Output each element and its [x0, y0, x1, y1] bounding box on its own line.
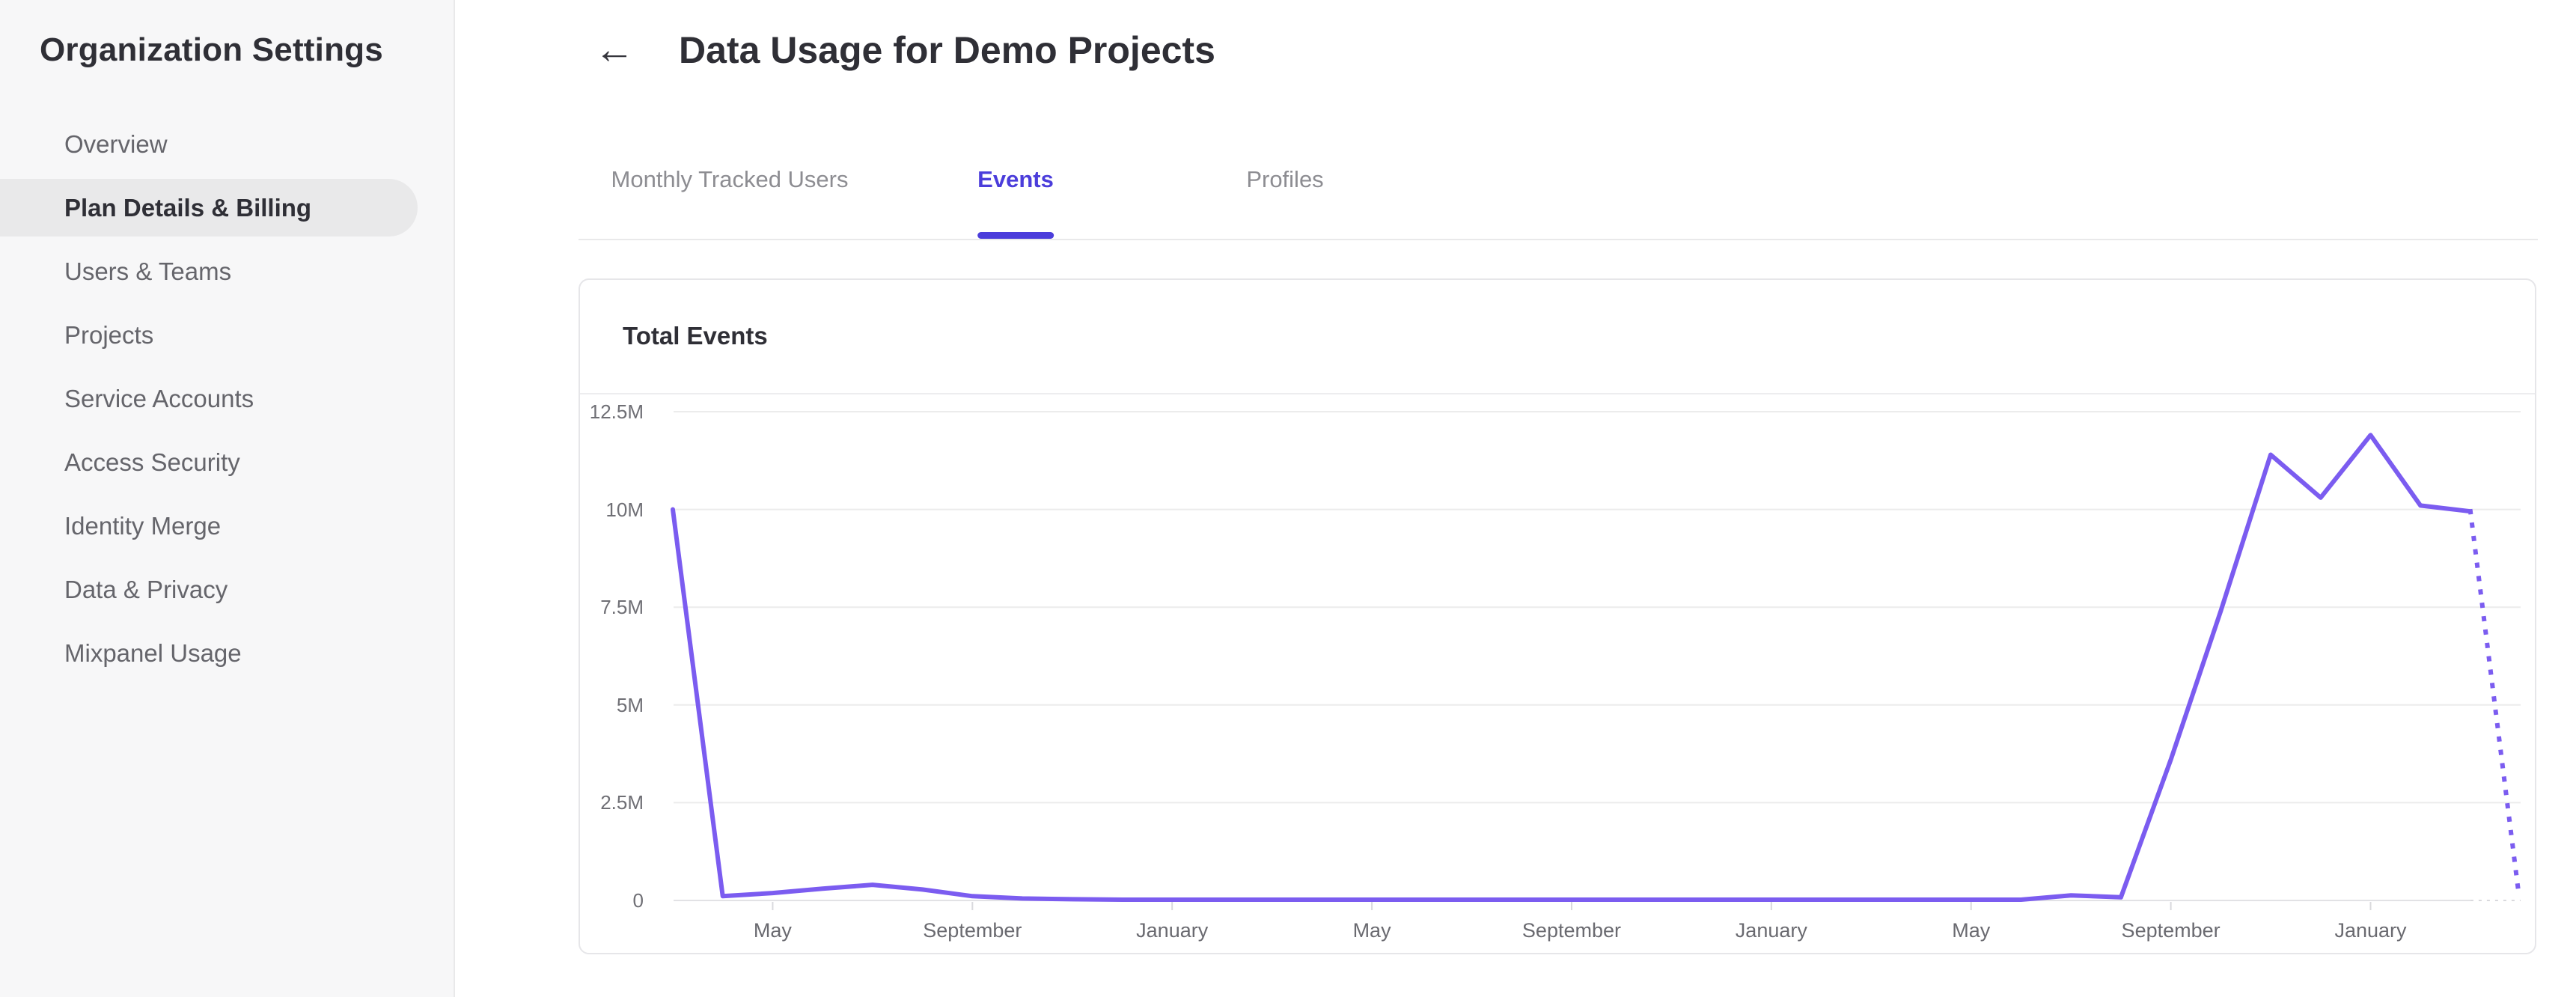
tab-monthly-tracked-users[interactable]: Monthly Tracked Users	[611, 166, 849, 202]
sidebar-item-plan-details-and-billing[interactable]: Plan Details & Billing	[0, 179, 418, 237]
x-axis-label: May	[753, 919, 792, 942]
back-arrow-icon[interactable]: ←	[588, 25, 641, 78]
sidebar-title: Organization Settings	[40, 31, 383, 68]
sidebar-item-service-accounts[interactable]: Service Accounts	[0, 370, 418, 427]
tab-events[interactable]: Events	[977, 166, 1054, 239]
x-axis-label: September	[923, 919, 1022, 942]
x-axis-label: September	[1522, 919, 1621, 942]
y-axis-label: 10M	[605, 498, 644, 521]
y-axis-label: 7.5M	[600, 596, 644, 619]
x-axis-label: September	[2121, 919, 2221, 942]
y-axis-label: 5M	[616, 693, 644, 716]
sidebar-item-mixpanel-usage[interactable]: Mixpanel Usage	[0, 624, 418, 682]
sidebar-item-access-security[interactable]: Access Security	[0, 433, 418, 491]
chart-title: Total Events	[623, 322, 768, 350]
page: Organization Settings Overview Plan Detai…	[0, 0, 2576, 997]
sidebar-item-projects[interactable]: Projects	[0, 306, 418, 364]
x-axis-label: January	[2334, 919, 2407, 942]
x-axis-label: May	[1952, 919, 1991, 942]
sidebar: Organization Settings Overview Plan Detai…	[0, 0, 455, 997]
sidebar-item-overview[interactable]: Overview	[0, 115, 418, 173]
total-events-card: Total Events	[579, 278, 2536, 954]
tab-profiles[interactable]: Profiles	[1246, 166, 1323, 202]
x-axis-label: January	[1735, 919, 1807, 942]
page-title: Data Usage for Demo Projects	[679, 29, 1215, 71]
sidebar-item-identity-merge[interactable]: Identity Merge	[0, 497, 418, 555]
y-axis-label: 0	[632, 889, 644, 912]
sidebar-nav: Overview Plan Details & Billing Users & Te…	[0, 115, 455, 688]
tabs-divider	[579, 239, 2538, 240]
sidebar-item-users-and-teams[interactable]: Users & Teams	[0, 243, 418, 300]
x-axis-label: January	[1136, 919, 1209, 942]
y-axis-label: 12.5M	[589, 400, 644, 423]
sidebar-item-data-and-privacy[interactable]: Data & Privacy	[0, 561, 418, 618]
card-header-divider	[580, 393, 2535, 394]
x-axis-label: May	[1352, 919, 1391, 942]
y-axis-label: 2.5M	[600, 791, 644, 814]
